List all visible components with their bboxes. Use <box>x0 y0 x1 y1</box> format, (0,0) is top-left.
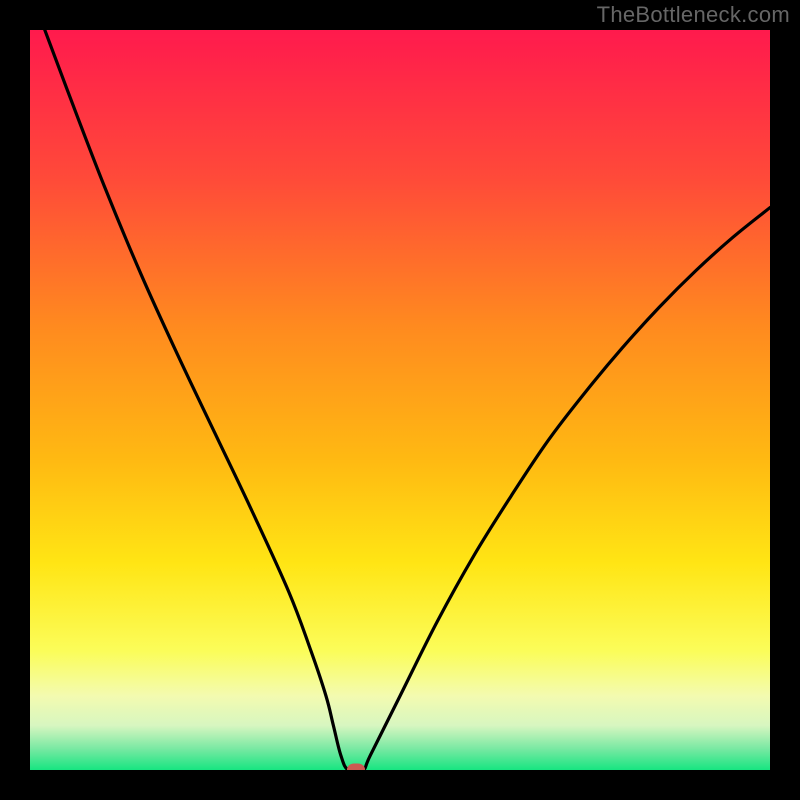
chart-svg <box>30 30 770 770</box>
plot-area <box>30 30 770 770</box>
optimal-marker <box>347 764 365 771</box>
watermark-label: TheBottleneck.com <box>597 2 790 28</box>
gradient-rect <box>30 30 770 770</box>
chart-frame: TheBottleneck.com <box>0 0 800 800</box>
